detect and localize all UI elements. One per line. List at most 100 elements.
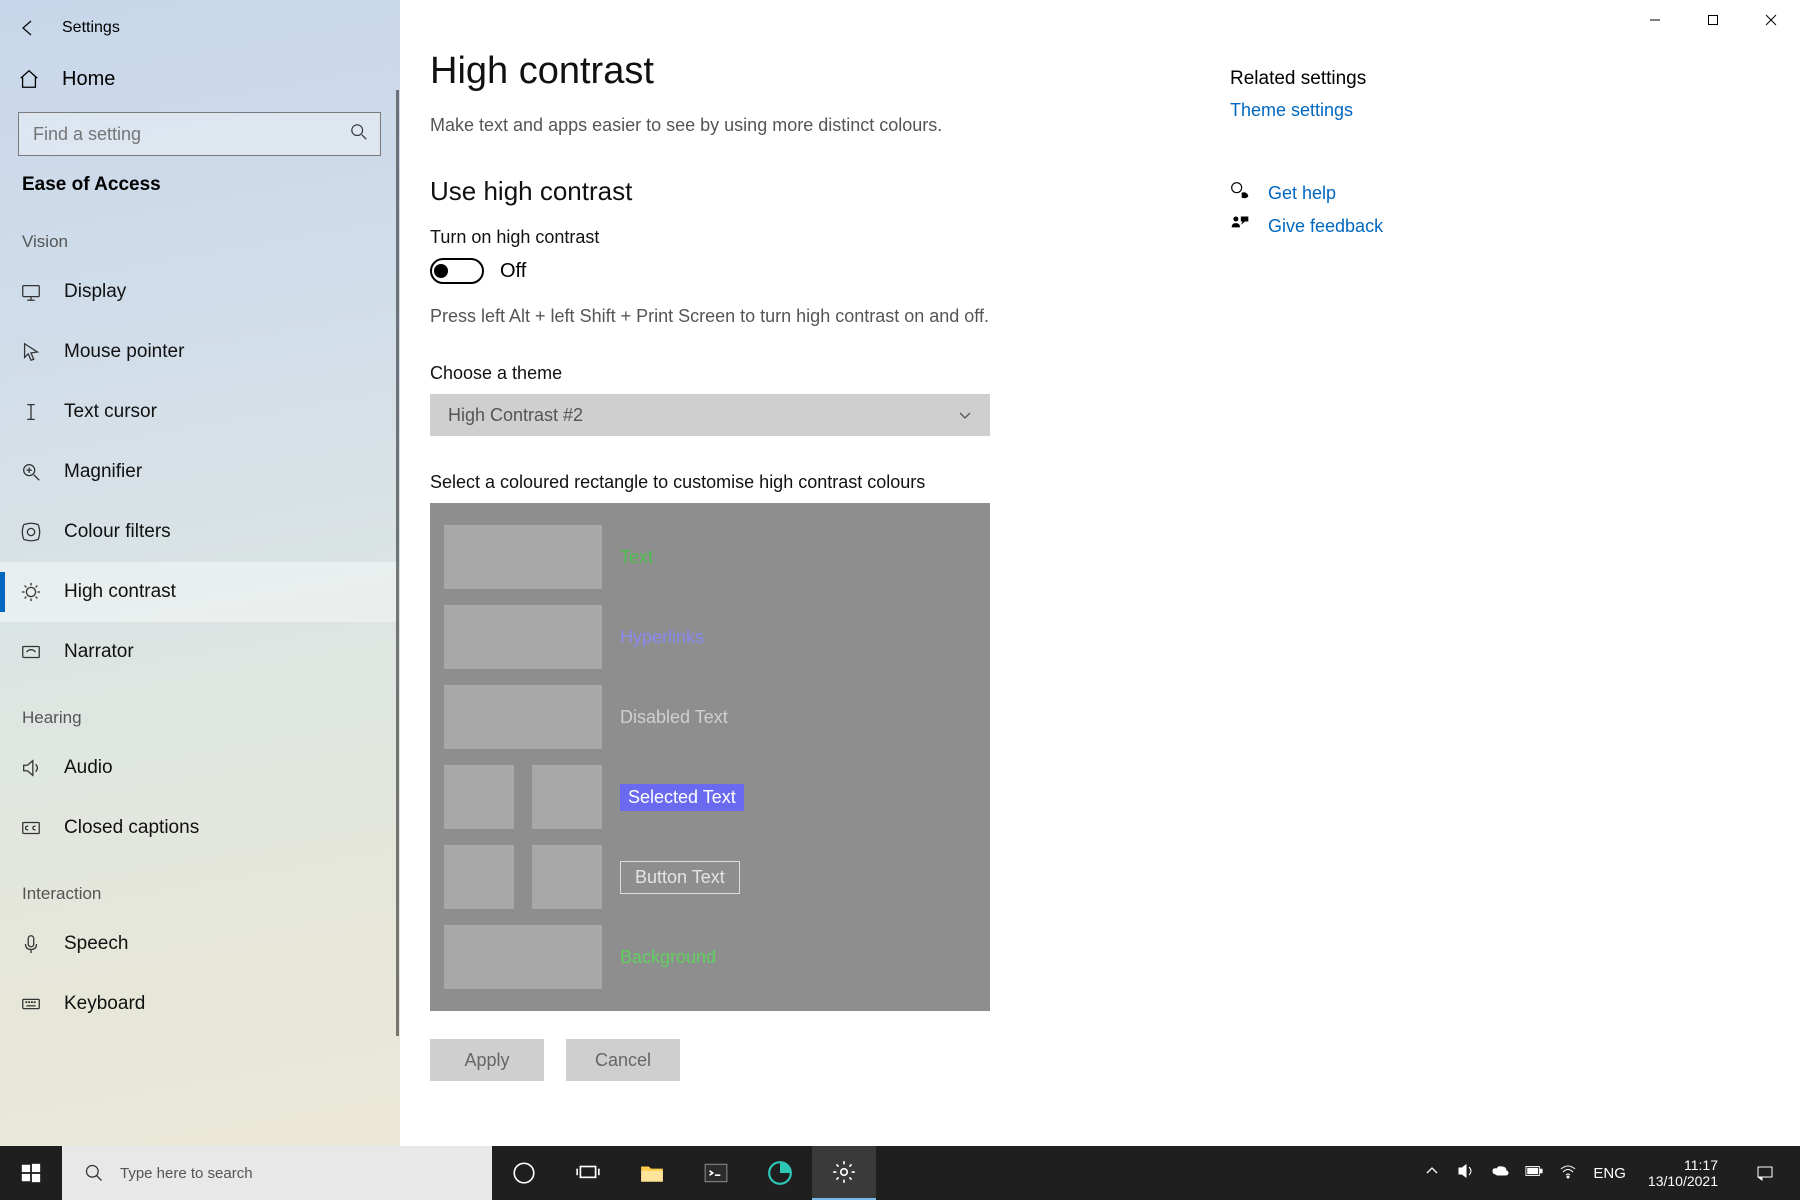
sidebar-item-label: Speech <box>64 933 128 955</box>
high-contrast-toggle[interactable] <box>430 258 484 284</box>
closed-captions-icon <box>18 817 44 839</box>
swatch-background-label: Background <box>620 947 716 968</box>
minimize-button[interactable] <box>1626 0 1684 40</box>
swatch-button-fg[interactable] <box>444 845 514 909</box>
sidebar-item-label: Keyboard <box>64 993 145 1015</box>
toggle-label: Turn on high contrast <box>430 227 1230 248</box>
sidebar-item-label: Display <box>64 281 126 303</box>
audio-icon <box>18 757 44 779</box>
swatch-selected-fg[interactable] <box>444 765 514 829</box>
page-subtitle: Make text and apps easier to see by usin… <box>430 115 1230 136</box>
sidebar-scrollbar[interactable] <box>396 90 399 1036</box>
search-input[interactable] <box>18 112 381 156</box>
sidebar-item-magnifier[interactable]: Magnifier <box>0 442 399 502</box>
taskbar-search-placeholder: Type here to search <box>120 1165 253 1182</box>
sidebar-item-label: Colour filters <box>64 521 171 543</box>
window-title: Settings <box>62 19 120 37</box>
sidebar-item-label: High contrast <box>64 581 176 603</box>
sidebar-item-audio[interactable]: Audio <box>0 738 399 798</box>
related-panel: Related settings Theme settings Get help… <box>1230 50 1580 1106</box>
swatch-text[interactable] <box>444 525 602 589</box>
mouse-pointer-icon <box>18 341 44 363</box>
back-button[interactable] <box>18 18 38 38</box>
tray-clock[interactable]: 11:17 13/10/2021 <box>1642 1157 1724 1189</box>
sidebar-item-label: Audio <box>64 757 113 779</box>
tray-notifications[interactable] <box>1740 1164 1790 1182</box>
swatch-hyperlinks[interactable] <box>444 605 602 669</box>
sidebar-item-keyboard[interactable]: Keyboard <box>0 974 399 1034</box>
taskbar-settings[interactable] <box>812 1146 876 1200</box>
taskbar: Type here to search ENG 11:17 13/10/2021 <box>0 1146 1800 1200</box>
cancel-button[interactable]: Cancel <box>566 1039 680 1081</box>
taskbar-app-green[interactable] <box>748 1146 812 1200</box>
swatch-selected-bg[interactable] <box>532 765 602 829</box>
sidebar-item-narrator[interactable]: Narrator <box>0 622 399 682</box>
tray-onedrive-icon[interactable] <box>1491 1162 1509 1184</box>
sidebar-item-label: Closed captions <box>64 817 199 839</box>
sidebar: Settings Home Ease of Access Vision <box>0 0 400 1146</box>
text-cursor-icon <box>18 401 44 423</box>
swatch-disabled-label: Disabled Text <box>620 707 728 728</box>
taskbar-taskview[interactable] <box>556 1146 620 1200</box>
taskbar-file-explorer[interactable] <box>620 1146 684 1200</box>
swatch-selected-label: Selected Text <box>620 784 744 811</box>
swatch-text-label: Text <box>620 547 653 568</box>
choose-theme-label: Choose a theme <box>430 363 1230 384</box>
search-field[interactable] <box>31 123 350 146</box>
sidebar-item-speech[interactable]: Speech <box>0 914 399 974</box>
window-controls <box>1626 0 1800 40</box>
sidebar-item-high-contrast[interactable]: High contrast <box>0 562 399 622</box>
give-feedback-link[interactable]: Give feedback <box>1268 216 1383 237</box>
sidebar-item-mouse-pointer[interactable]: Mouse pointer <box>0 322 399 382</box>
apply-button[interactable]: Apply <box>430 1039 544 1081</box>
display-icon <box>18 281 44 303</box>
get-help-icon <box>1230 181 1250 206</box>
sidebar-item-label: Mouse pointer <box>64 341 184 363</box>
group-vision-label: Vision <box>0 206 399 262</box>
shortcut-hint: Press left Alt + left Shift + Print Scre… <box>430 306 1230 327</box>
sidebar-item-label: Magnifier <box>64 461 142 483</box>
get-help-link[interactable]: Get help <box>1268 183 1336 204</box>
swatch-disabled-text[interactable] <box>444 685 602 749</box>
tray-battery-icon[interactable] <box>1525 1162 1543 1184</box>
feedback-icon <box>1230 214 1250 239</box>
category-title: Ease of Access <box>0 156 399 206</box>
page-title: High contrast <box>430 50 1230 93</box>
taskbar-terminal[interactable] <box>684 1146 748 1200</box>
start-button[interactable] <box>0 1146 62 1200</box>
home-nav[interactable]: Home <box>0 50 399 108</box>
home-icon <box>18 68 40 90</box>
tray-wifi-icon[interactable] <box>1559 1162 1577 1184</box>
tray-language[interactable]: ENG <box>1593 1165 1626 1182</box>
maximize-button[interactable] <box>1684 0 1742 40</box>
theme-dropdown[interactable]: High Contrast #2 <box>430 394 990 436</box>
section-use-heading: Use high contrast <box>430 176 1230 207</box>
group-interaction-label: Interaction <box>0 858 399 914</box>
taskbar-search[interactable]: Type here to search <box>62 1146 492 1200</box>
swatch-hyperlinks-label: Hyperlinks <box>620 627 704 648</box>
tray-time: 11:17 <box>1648 1157 1718 1173</box>
tray-volume-icon[interactable] <box>1457 1162 1475 1184</box>
customise-label: Select a coloured rectangle to customise… <box>430 472 1230 493</box>
sidebar-item-text-cursor[interactable]: Text cursor <box>0 382 399 442</box>
narrator-icon <box>18 641 44 663</box>
close-button[interactable] <box>1742 0 1800 40</box>
main-content: High contrast Make text and apps easier … <box>400 0 1800 1146</box>
group-hearing-label: Hearing <box>0 682 399 738</box>
search-icon <box>84 1163 104 1183</box>
swatch-button-bg[interactable] <box>532 845 602 909</box>
toggle-state: Off <box>500 260 526 283</box>
sidebar-item-colour-filters[interactable]: Colour filters <box>0 502 399 562</box>
sidebar-item-display[interactable]: Display <box>0 262 399 322</box>
sidebar-item-closed-captions[interactable]: Closed captions <box>0 798 399 858</box>
theme-settings-link[interactable]: Theme settings <box>1230 100 1580 121</box>
sidebar-item-label: Text cursor <box>64 401 157 423</box>
swatch-button-label: Button Text <box>620 861 740 894</box>
speech-icon <box>18 933 44 955</box>
taskbar-cortana[interactable] <box>492 1146 556 1200</box>
keyboard-icon <box>18 993 44 1015</box>
chevron-down-icon <box>958 408 972 422</box>
swatch-background[interactable] <box>444 925 602 989</box>
magnifier-icon <box>18 461 44 483</box>
tray-chevron-up-icon[interactable] <box>1423 1162 1441 1184</box>
